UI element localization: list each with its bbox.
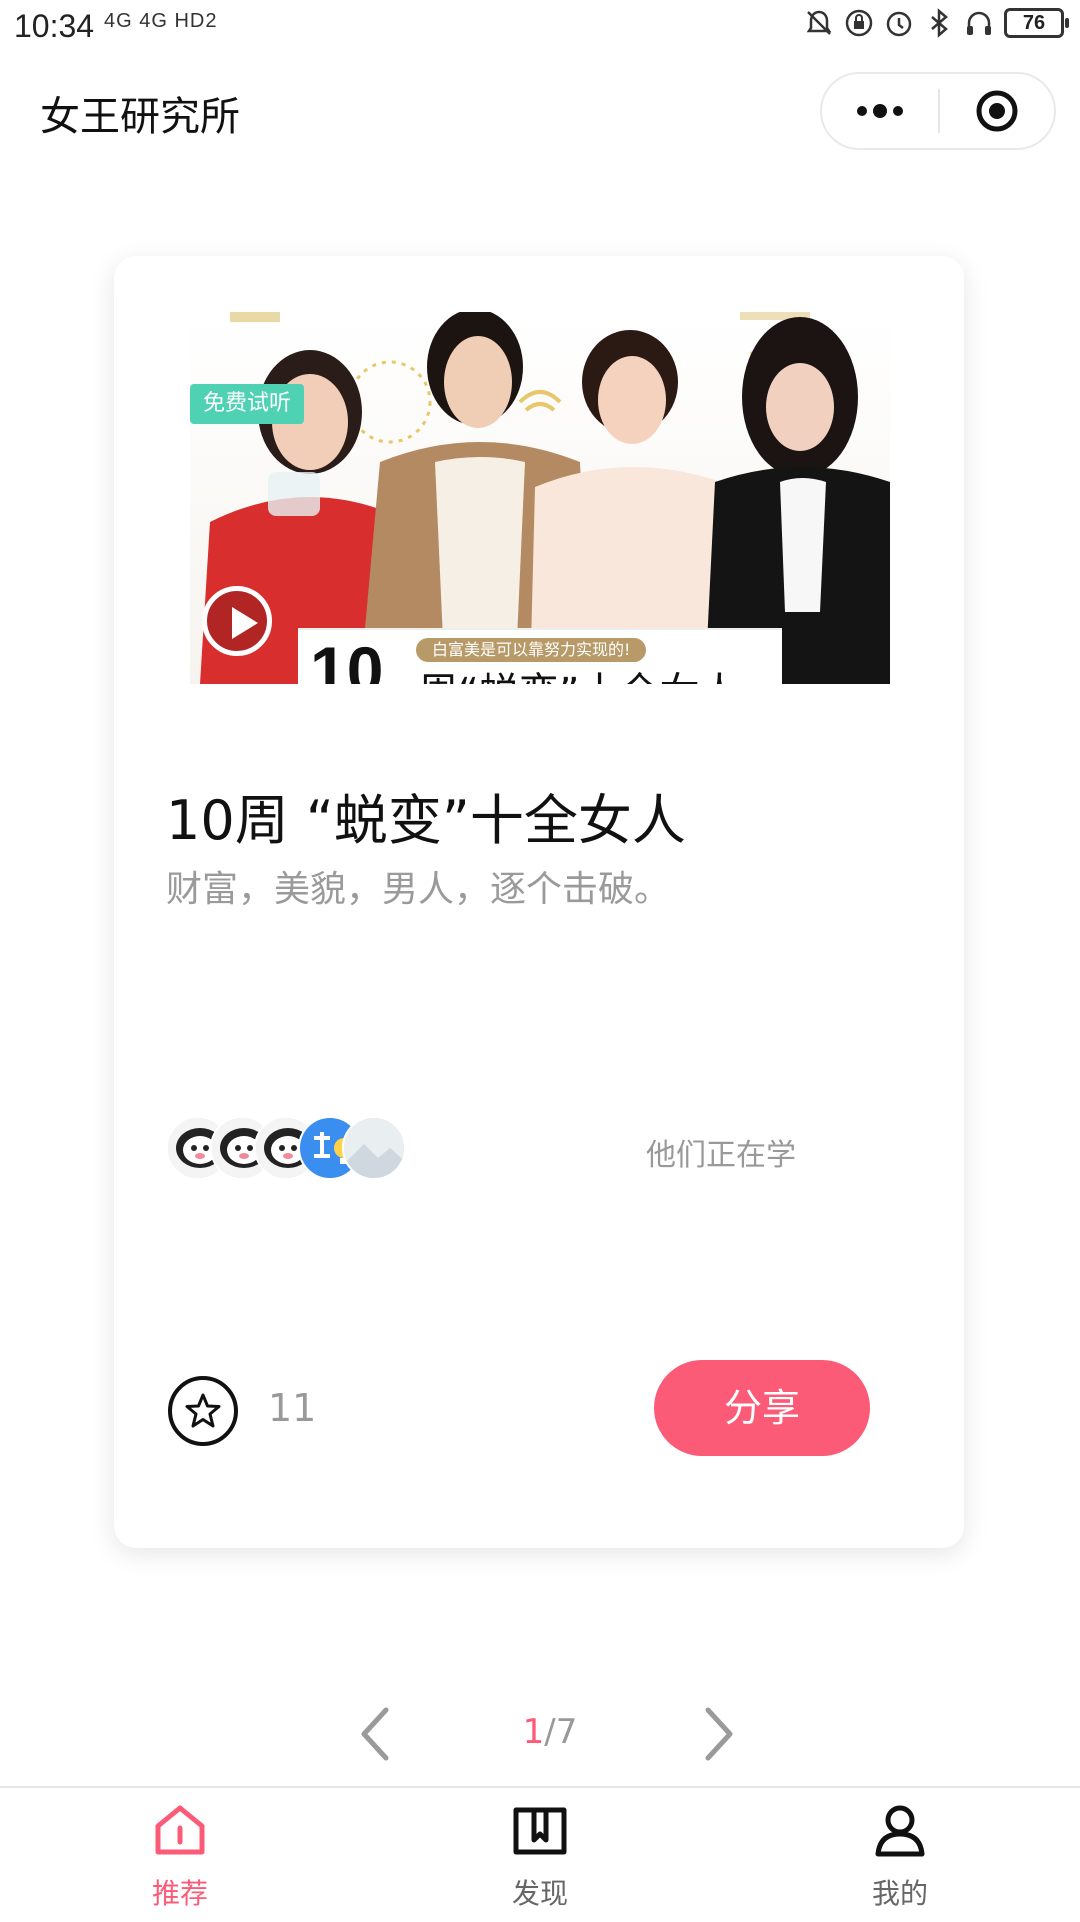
tab-label: 我的 (871, 1877, 928, 1910)
course-card[interactable]: 免费试听 10 白富美是可以靠努力实现的! 周“蜕变”十全女人 10周 “蜕变”… (114, 256, 964, 1548)
more-button[interactable] (822, 74, 938, 148)
app-header: 女王研究所 (0, 52, 1080, 178)
total-pages: /7 (544, 1712, 578, 1752)
cover-big-number: 10 (310, 633, 384, 684)
target-icon (976, 90, 1018, 132)
chevron-right-icon[interactable] (694, 1702, 744, 1766)
learners-label: 他们正在学 (646, 1138, 796, 1173)
home-icon (155, 1805, 205, 1855)
play-icon[interactable] (202, 586, 272, 656)
book-icon (513, 1807, 567, 1855)
learners-row[interactable]: 他们正在学 (166, 1116, 906, 1180)
user-icon (875, 1805, 925, 1857)
cover-big-title: 周“蜕变”十全女人 (418, 660, 739, 684)
battery-icon: 76 (1004, 8, 1069, 38)
tab-label: 推荐 (151, 1877, 208, 1910)
current-page: 1 (522, 1712, 545, 1752)
avatar-image (344, 1118, 404, 1178)
mini-program-capsule (820, 72, 1056, 150)
tab-discover[interactable]: 发现 (440, 1788, 640, 1922)
course-subtitle: 财富，美貌，男人，逐个击破。 (166, 869, 671, 910)
network-indicator: 4G 4G HD2 (104, 10, 218, 32)
more-dots-icon (857, 104, 903, 118)
alarm-icon (886, 11, 912, 37)
star-icon (185, 1393, 221, 1428)
free-trial-badge: 免费试听 (190, 384, 304, 424)
status-bar: 10:34 4G 4G HD2 76 (0, 0, 1080, 52)
share-button[interactable]: 分享 (654, 1360, 870, 1456)
status-time: 10:34 (14, 8, 95, 44)
course-title: 10周 “蜕变”十全女人 (166, 789, 686, 852)
favorite-button[interactable] (168, 1376, 238, 1446)
headphones-icon (967, 11, 991, 35)
tab-recommend[interactable]: 推荐 (80, 1788, 280, 1922)
bluetooth-icon (931, 8, 948, 38)
rotation-lock-icon (845, 9, 873, 37)
cover-banner: 10 白富美是可以靠努力实现的! 周“蜕变”十全女人 (298, 628, 782, 684)
close-program-button[interactable] (940, 74, 1054, 148)
bell-off-icon (806, 10, 832, 35)
page-title: 女王研究所 (40, 94, 240, 140)
tab-label: 发现 (511, 1877, 568, 1910)
page-indicator: 1/7 (500, 1712, 600, 1752)
course-cover-image[interactable]: 免费试听 10 白富美是可以靠努力实现的! 周“蜕变”十全女人 (190, 312, 890, 684)
tab-mine[interactable]: 我的 (800, 1788, 1000, 1922)
avatar (342, 1116, 406, 1180)
favorite-count: 11 (268, 1386, 317, 1430)
pager: 1/7 (0, 1700, 1080, 1770)
cover-slogan: 白富美是可以靠努力实现的! (416, 638, 647, 662)
chevron-left-icon[interactable] (350, 1702, 400, 1766)
bottom-tab-bar: 推荐 发现 我的 (0, 1786, 1080, 1920)
